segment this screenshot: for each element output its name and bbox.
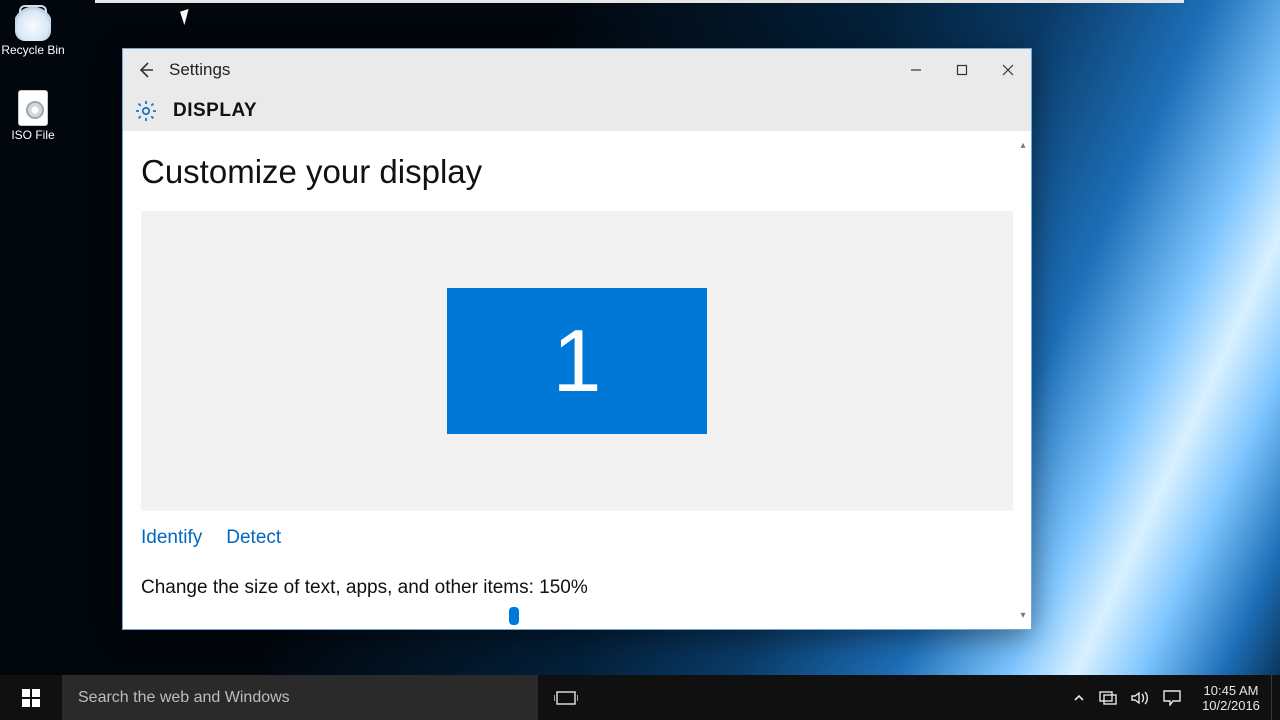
monitor-number-label: 1 [553,310,602,412]
volume-icon[interactable] [1131,690,1149,706]
maximize-button[interactable] [939,49,985,91]
scale-slider[interactable] [141,607,1013,627]
clock-time: 10:45 AM [1204,683,1259,698]
settings-content-pane: Customize your display 1 Identify Detect… [123,131,1031,629]
content-scrollbar[interactable]: ▴ ▾ [1015,137,1031,623]
detect-link[interactable]: Detect [226,527,281,549]
slider-thumb[interactable] [509,607,519,625]
recycle-bin-icon [15,5,51,41]
desktop-icon-recycle-bin[interactable]: Recycle Bin [0,5,69,57]
back-button[interactable] [123,49,169,91]
monitor-1-tile[interactable]: 1 [447,288,707,434]
action-center-icon[interactable] [1163,690,1181,706]
window-titlebar[interactable]: Settings [123,49,1031,91]
task-view-button[interactable] [538,675,594,720]
gear-icon [133,98,159,124]
settings-window: Settings DISPLAY Customize your display [122,48,1032,630]
display-arrangement-area[interactable]: 1 [141,211,1013,511]
iso-file-icon [18,90,48,126]
taskbar-running-apps [594,675,1063,720]
network-icon[interactable] [1099,691,1117,705]
settings-section-header: DISPLAY [123,91,1031,131]
top-inactive-window-edge [95,0,1184,3]
minimize-button[interactable] [893,49,939,91]
start-button[interactable] [0,675,62,720]
scale-size-label: Change the size of text, apps, and other… [141,577,1013,599]
taskbar-search-placeholder: Search the web and Windows [78,689,290,707]
identify-link[interactable]: Identify [141,527,202,549]
scroll-up-icon[interactable]: ▴ [1015,137,1031,153]
desktop-icon-label: ISO File [0,128,69,142]
mouse-cursor [180,9,193,25]
page-heading: Customize your display [141,153,1031,191]
desktop-icon-label: Recycle Bin [0,43,69,57]
tray-chevron-up-icon[interactable] [1073,692,1085,704]
system-tray[interactable] [1063,675,1191,720]
clock-date: 10/2/2016 [1202,698,1260,713]
show-desktop-button[interactable] [1271,675,1280,720]
window-title: Settings [169,60,893,80]
scroll-down-icon[interactable]: ▾ [1015,607,1031,623]
taskbar-clock[interactable]: 10:45 AM 10/2/2016 [1191,675,1271,720]
desktop-background[interactable]: Recycle Bin ISO File Settings [0,0,1280,720]
close-button[interactable] [985,49,1031,91]
settings-category-title: DISPLAY [173,100,257,122]
desktop-icon-iso-file[interactable]: ISO File [0,90,69,142]
taskbar: Search the web and Windows 10:45 AM 10/2… [0,675,1280,720]
taskbar-search-box[interactable]: Search the web and Windows [62,675,538,720]
taskbar-app-slot[interactable] [594,675,644,720]
